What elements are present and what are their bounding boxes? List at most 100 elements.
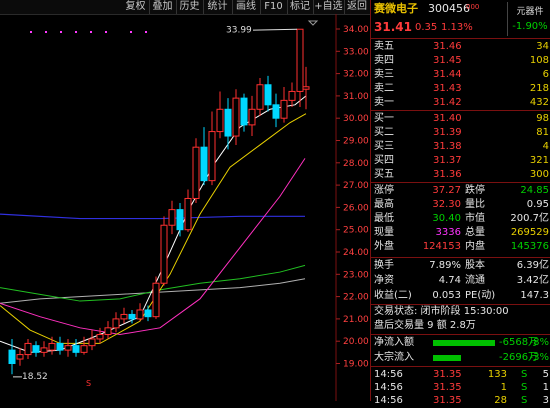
low-label: 18.52 xyxy=(22,372,48,382)
price-label: 26.00 xyxy=(343,203,369,213)
candle-body xyxy=(24,342,32,356)
level-label: 买二 xyxy=(374,127,394,138)
stat-label: PE(动) xyxy=(465,290,496,301)
candle-body xyxy=(136,309,144,320)
level-price: 31.43 xyxy=(433,83,462,94)
after-hours: 盘后交易量 9 额 2.8万 xyxy=(371,319,550,333)
candle-body xyxy=(200,146,208,182)
stat-value: 32.30 xyxy=(432,199,461,210)
sector-change: -1.90% xyxy=(512,21,548,32)
toolbar-btn-4[interactable]: 画线 xyxy=(232,0,261,14)
price-label: 21.00 xyxy=(343,315,369,325)
stat-label: 股本 xyxy=(465,260,485,271)
toolbar-btn-3[interactable]: 统计 xyxy=(203,0,233,14)
stat-label: 总量 xyxy=(465,227,485,238)
tick-row: 14:56 31.35 133 S 5 xyxy=(371,368,550,382)
level-price: 31.38 xyxy=(433,141,462,152)
stat-label: 外盘 xyxy=(374,241,394,252)
asks-level: 卖五 31.46 34 xyxy=(371,40,550,54)
marker-dot xyxy=(130,31,132,33)
toolbar-btn-6[interactable]: 标记 xyxy=(287,0,314,14)
price-label: 23.00 xyxy=(343,270,369,280)
flow-label: 净流入额 xyxy=(374,337,414,348)
stat-value: 145376 xyxy=(510,241,549,252)
candle-body xyxy=(64,345,72,351)
candle-body xyxy=(240,97,248,126)
price-label: 24.00 xyxy=(343,248,369,258)
toolbar-btn-0[interactable]: 复权 xyxy=(122,0,150,14)
marker-dot xyxy=(90,31,92,33)
stat-label: 量比 xyxy=(465,199,485,210)
level-volume: 432 xyxy=(529,97,549,108)
candle-body xyxy=(288,90,296,101)
tick-time: 14:56 xyxy=(374,382,403,393)
level-price: 31.45 xyxy=(433,55,462,66)
price-label: 31.00 xyxy=(343,92,369,102)
level-volume: 218 xyxy=(529,83,549,94)
toolbar-btn-7[interactable]: +自选 xyxy=(313,0,345,14)
tick-volume: 1 xyxy=(500,382,507,393)
tick-count: 5 xyxy=(542,369,549,380)
trade-status: 交易状态: 闭市阶段 15:30:00 xyxy=(371,305,550,319)
asks-level: 卖四 31.45 108 xyxy=(371,54,550,68)
level-label: 买五 xyxy=(374,169,394,180)
stock-code: 300456 xyxy=(428,2,470,15)
stat-label: 收益(二) xyxy=(374,290,412,301)
tick-volume: 133 xyxy=(487,369,507,380)
chart-toolbar: 复权 叠加 历史 统计 画线 F10 标记 +自选 返回 xyxy=(0,0,371,15)
flow-row: 净流入额 -6568万 -8% xyxy=(371,336,550,350)
tick-row: 14:56 31.35 1 S 1 xyxy=(371,381,550,395)
level-volume: 6 xyxy=(542,69,549,80)
stat-value: 200.7亿 xyxy=(510,213,549,224)
stat-value: 269529 xyxy=(510,227,549,238)
sector-box[interactable]: 元器件 -1.90% xyxy=(507,2,550,36)
candle-body xyxy=(120,313,128,320)
stat-label: 涨停 xyxy=(374,185,394,196)
toolbar-btn-8[interactable]: 返回 xyxy=(344,0,371,14)
candle-body xyxy=(96,334,104,340)
price-label: 20.00 xyxy=(343,337,369,347)
after-hours-text: 盘后交易量 9 额 2.8万 xyxy=(374,320,476,331)
stat-row: 净资 4.74 流通 3.42亿 xyxy=(371,274,550,288)
candle-body xyxy=(224,108,232,137)
level-price: 31.40 xyxy=(433,113,462,124)
flow-value: -2696万 xyxy=(499,352,539,363)
stat-label: 最低 xyxy=(374,213,394,224)
candle-body xyxy=(128,313,136,320)
stat-label: 现量 xyxy=(374,227,394,238)
stat-label: 跌停 xyxy=(465,185,485,196)
stat-value: 0.95 xyxy=(526,199,549,210)
candle-body xyxy=(72,345,80,353)
level-label: 卖二 xyxy=(374,83,394,94)
level-volume: 300 xyxy=(529,169,549,180)
price-label: 28.00 xyxy=(343,159,369,169)
candle-body xyxy=(32,345,40,353)
asks-level: 卖一 31.42 432 xyxy=(371,96,550,110)
stat-value: 124153 xyxy=(422,241,461,252)
flow-value: -6568万 xyxy=(499,337,539,348)
tick-price: 31.35 xyxy=(433,395,462,406)
flow-label: 大宗流入 xyxy=(374,352,414,363)
candle-body xyxy=(192,146,200,199)
ma-line-blue xyxy=(0,213,305,220)
candle-body xyxy=(144,309,152,318)
trade-status-text: 交易状态: 闭市阶段 15:30:00 xyxy=(374,306,509,317)
level-volume: 321 xyxy=(529,155,549,166)
candle-body xyxy=(272,104,280,119)
price-label: 34.00 xyxy=(343,25,369,35)
tick-direction: S xyxy=(521,369,528,380)
toolbar-btn-2[interactable]: 历史 xyxy=(176,0,204,14)
candle-body xyxy=(56,342,64,351)
price-change-pct: 1.13% xyxy=(441,22,473,33)
bids-level: 买四 31.37 321 xyxy=(371,154,550,168)
diamond-icon[interactable] xyxy=(307,20,319,26)
stat-row: 现量 3336 总量 269529 xyxy=(371,226,550,240)
stat-row: 外盘 124153 内盘 145376 xyxy=(371,240,550,254)
bids-level: 买三 31.38 4 xyxy=(371,140,550,154)
level-label: 买四 xyxy=(374,155,394,166)
toolbar-btn-5[interactable]: F10 xyxy=(260,0,288,14)
marker-dot xyxy=(30,31,32,33)
stat-label: 流通 xyxy=(465,275,485,286)
level-price: 31.39 xyxy=(433,127,462,138)
toolbar-btn-1[interactable]: 叠加 xyxy=(149,0,177,14)
